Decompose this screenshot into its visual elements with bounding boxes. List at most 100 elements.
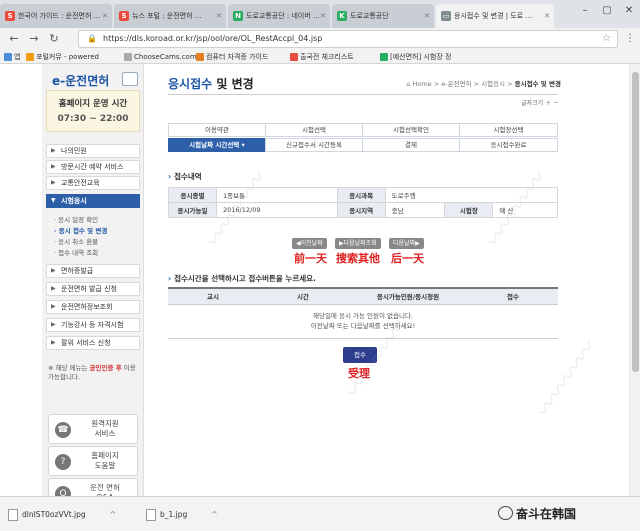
bookmark-apps[interactable]: 앱	[4, 51, 20, 63]
close-icon[interactable]: ✕	[320, 4, 326, 28]
maximize-icon[interactable]: ▢	[596, 0, 618, 22]
sidebar-item-label: 팔위 서비스 신청	[61, 339, 111, 347]
sidebar-item-my-petition[interactable]: ▶ 나의민원	[46, 144, 140, 158]
scrollbar-thumb[interactable]	[632, 72, 639, 372]
forward-arrow-icon[interactable]: →	[26, 31, 42, 47]
close-icon[interactable]: ✕	[102, 4, 108, 28]
bookmark-favicon-icon	[290, 53, 298, 61]
help-button[interactable]: ? 홈페이지 도움말	[48, 446, 138, 476]
bookmark-item[interactable]: 출국전 체크리스트	[290, 51, 354, 63]
minimize-icon[interactable]: –	[574, 0, 596, 22]
region-label: 응시지역	[336, 202, 386, 218]
submenu-apply-history[interactable]: · 접수 내역 조회	[54, 247, 98, 257]
sidebar-item-label: 기능강사 등 자격시험	[61, 321, 124, 329]
bookmark-item[interactable]: [예산면허] 시험장 정	[380, 51, 451, 63]
step-terms: 이용약관	[168, 123, 266, 137]
close-icon[interactable]: ✕	[424, 4, 430, 28]
chevron-up-icon[interactable]: ^	[110, 510, 116, 519]
apply-button[interactable]: 접수	[343, 347, 377, 363]
chevron-up-icon[interactable]: ^	[211, 510, 217, 519]
bookmark-star-icon[interactable]: ☆	[602, 31, 611, 47]
qna-icon: Q	[55, 486, 71, 496]
qna-button[interactable]: Q 운전 면허 Q&A	[48, 478, 138, 496]
sidebar-item-label: 시험응시	[61, 197, 87, 205]
exam-subject-value: 도로주행	[384, 187, 559, 203]
browser-tab-2[interactable]: S 뉴스 포털 : 운전면허 ... ✕	[114, 4, 226, 28]
download-item[interactable]: dlnIST0ozVVt.jpg ^	[6, 505, 116, 525]
browser-tab-1[interactable]: S 한국어 가이드 : 운전면허 ... ✕	[0, 4, 112, 28]
breadcrumb-path[interactable]: ⌂ Home > e-운전면허 > 시험응시 >	[406, 80, 514, 88]
download-filename: dlnIST0ozVVt.jpg	[22, 510, 86, 519]
submenu-label: 접수 내역 조회	[58, 249, 99, 257]
browser-menu-icon[interactable]: ⋮	[624, 31, 636, 47]
submenu-exam-cancel[interactable]: · 응시 취소 환불	[54, 236, 98, 246]
sidebar-item-service-apply[interactable]: ▶ 팔위 서비스 신청	[46, 336, 140, 350]
url-text: https://dls.koroad.or.kr/jsp/ool/ore/OL_…	[103, 34, 323, 43]
breadcrumb: ⌂ Home > e-운전면허 > 시험응시 > 응시접수 및 변경	[406, 78, 561, 88]
column-header: 시간	[258, 287, 348, 305]
tab-label: 도로교통공단 : 네이버 ...	[246, 12, 320, 20]
sidebar-item-safety-education[interactable]: ▶ 교통안전교육	[46, 176, 140, 190]
empty-line: 해당일에 응시 가능 인원이 없습니다.	[312, 312, 414, 320]
table-row: 응시가능일 2016/12/09 응시지역 충남 시험장 예 산	[168, 202, 558, 218]
remote-support-button[interactable]: ☎ 원격지원 서비스	[48, 414, 138, 444]
search-other-date-button[interactable]: ▶다음날짜조회	[335, 238, 381, 249]
sidebar-item-instructor-exam[interactable]: ▶ 기능강사 등 자격시험	[46, 318, 140, 332]
tab-label: 도로교통공단	[350, 12, 389, 20]
sidebar-note: ※ 해당 메뉴는 공인인증 후 이용가능합니다.	[48, 364, 140, 382]
submenu-exam-schedule[interactable]: · 응시 일정 확인	[54, 214, 98, 224]
close-icon[interactable]: ✕	[216, 4, 222, 28]
browser-tab-active[interactable]: ▭ 응시접수 및 변경 | 도로 ... ✕	[436, 4, 554, 28]
next-date-button[interactable]: 다음날짜▶	[389, 238, 424, 249]
browser-tab-4[interactable]: K 도로교통공단 ✕	[332, 4, 434, 28]
download-item[interactable]: b_1.jpg ^	[144, 505, 218, 525]
image-file-icon	[8, 509, 18, 521]
sidebar-item-license-issue[interactable]: ▶ 면허증발급	[46, 264, 140, 278]
sidebar-item-visit-reservation[interactable]: ▶ 방문시간 예약 서비스	[46, 160, 140, 174]
chevron-right-icon: ▶	[51, 179, 56, 186]
bookmark-item[interactable]: 컴퓨터 자격증 가이드	[196, 51, 268, 63]
sidebar-item-exam[interactable]: ▼ 시험응시	[46, 194, 140, 208]
tab-favicon-icon: S	[119, 11, 129, 21]
wechat-icon	[498, 506, 513, 520]
reload-icon[interactable]: ↻	[46, 31, 62, 47]
section-title-apply-details: › 접수내역	[168, 171, 202, 182]
table-row: 응시종별 1종보통 응시과목 도로주행	[168, 187, 559, 203]
bookmark-favicon-icon	[196, 53, 204, 61]
column-header: 교시	[168, 287, 258, 305]
phone-icon: ☎	[55, 422, 71, 438]
chevron-right-icon: ▶	[51, 321, 56, 328]
tab-favicon-icon: S	[5, 11, 15, 21]
schedule-table: 교시 시간 응시가능인원/응시정원 접수 해당일에 응시 가능 인원이 없습니다…	[168, 287, 558, 339]
tab-label: 한국어 가이드 : 운전면허 ...	[18, 12, 101, 20]
bookmark-label: 컴퓨터 자격증 가이드	[206, 53, 269, 61]
step-complete: 응시접수완료	[459, 138, 558, 152]
submenu-exam-apply[interactable]: · 응시 접수 및 변경	[54, 225, 107, 235]
step-new-register: 신규접수서 시간등록	[265, 138, 363, 152]
site-logo[interactable]: e-운전면허	[52, 72, 109, 89]
window-close-icon[interactable]: ✕	[618, 0, 640, 22]
font-size-control[interactable]: 글자크기 ＋ －	[521, 98, 559, 107]
site-value: 예 산	[492, 202, 558, 218]
sidebar-item-label: 면허증발급	[61, 267, 94, 275]
sidebar-item-license-info[interactable]: ▶ 운전면허정보조회	[46, 300, 140, 314]
step-date-time-select: 시험날짜 시간선택 ▾	[168, 138, 266, 152]
annotation-next: 后一天	[391, 252, 424, 265]
page-scrollbar[interactable]	[629, 64, 640, 496]
prev-date-button[interactable]: ◀이전날짜	[292, 238, 327, 249]
sidebar-item-license-apply[interactable]: ▶ 운전면허 발급 신청	[46, 282, 140, 296]
back-arrow-icon[interactable]: ←	[6, 31, 22, 47]
chevron-down-icon: ▼	[51, 197, 56, 204]
browser-tab-3[interactable]: N 도로교통공단 : 네이버 ... ✕	[228, 4, 330, 28]
close-icon[interactable]: ✕	[544, 4, 550, 28]
cert-link[interactable]: 공인인증 후	[90, 364, 122, 372]
address-bar[interactable]: 🔒 https://dls.koroad.or.kr/jsp/ool/ore/O…	[78, 30, 618, 48]
tab-favicon-icon: N	[233, 11, 243, 21]
bookmark-item[interactable]: ChooseCams.com	[124, 51, 197, 63]
bookmark-item[interactable]: 포털커뮤 - powered	[26, 51, 99, 63]
main-content: 응시접수 및 변경 ⌂ Home > e-운전면허 > 시험응시 > 응시접수 …	[160, 64, 565, 496]
title-main: 응시접수	[168, 77, 213, 91]
chevron-right-icon: ›	[168, 274, 172, 283]
section-label: 접수내역	[174, 172, 202, 181]
chevron-right-icon: ▶	[51, 267, 56, 274]
